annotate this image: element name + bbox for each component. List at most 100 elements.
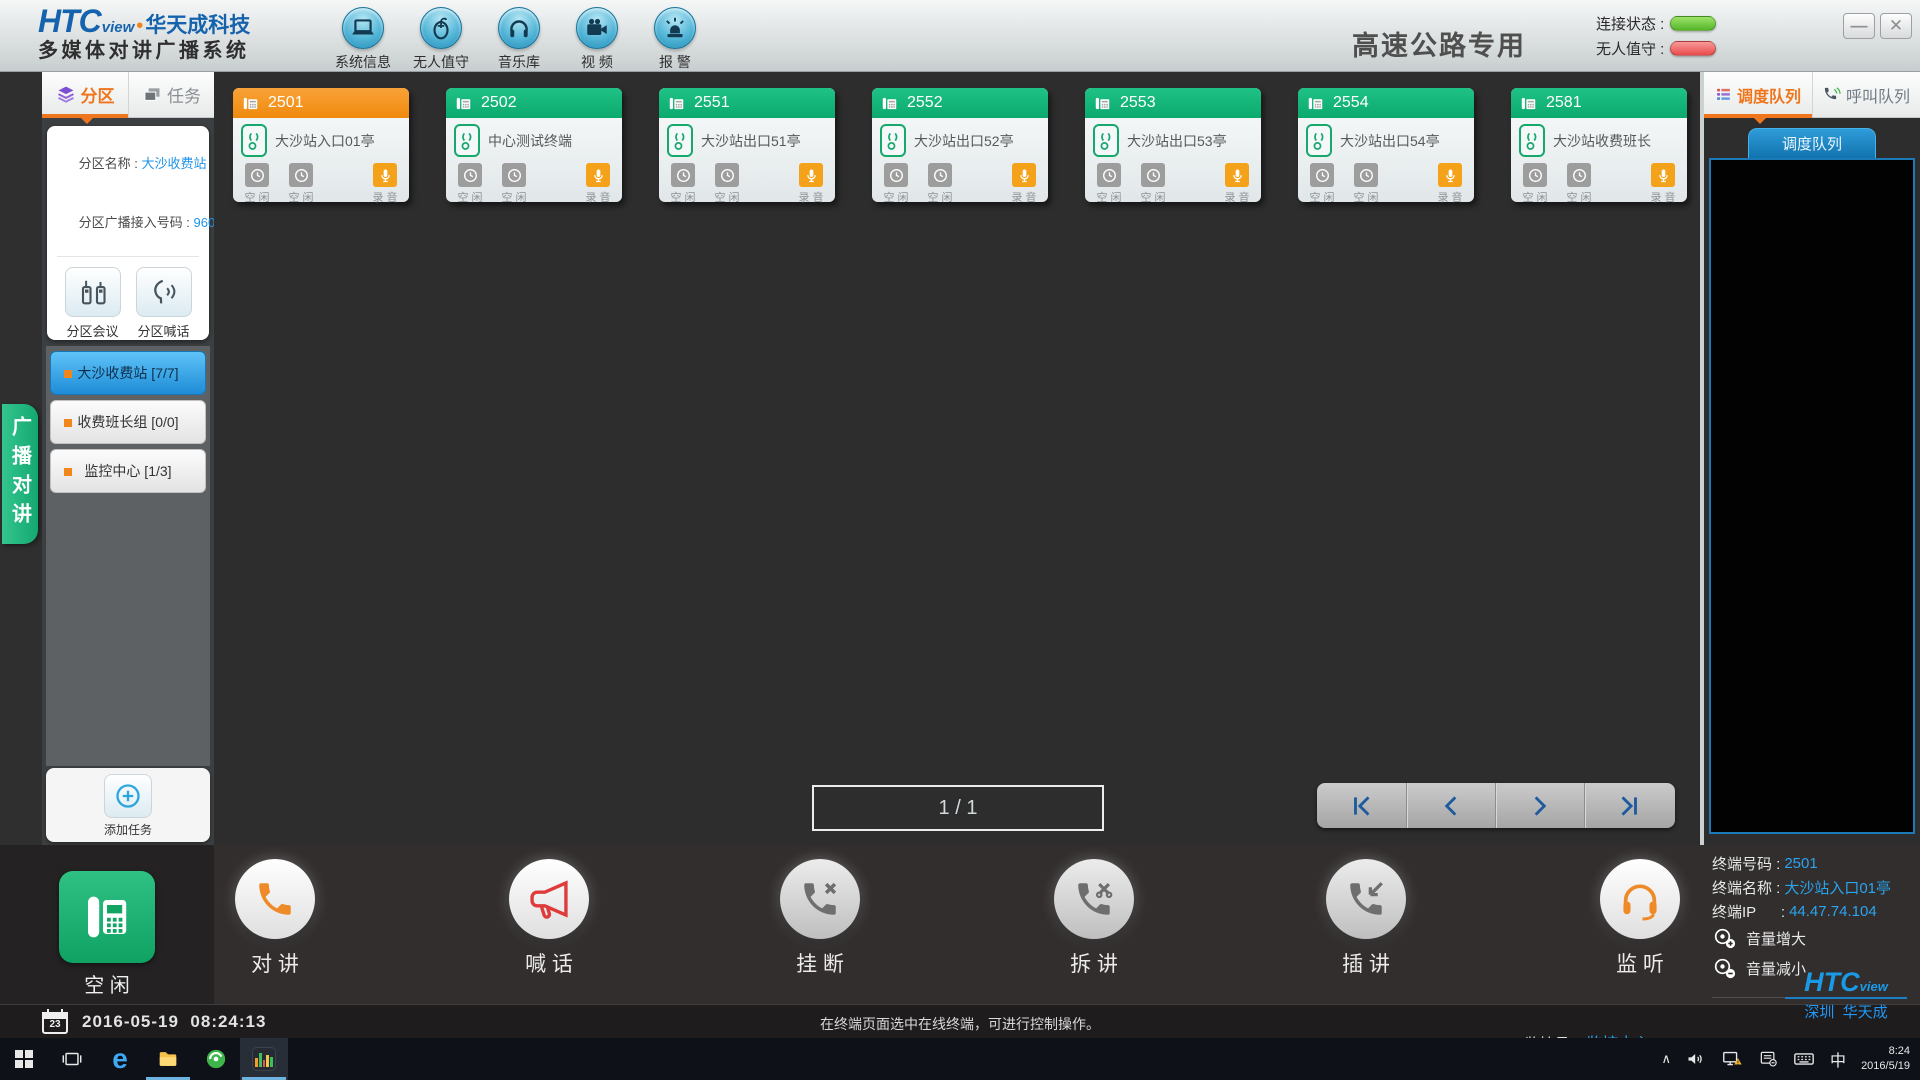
terminal-grid: 2501 大沙站入口01亭 空 闲 空 闲 录 音 2502 中心测试终端 xyxy=(214,72,1700,845)
system-tray: ∧ 中 8:24 2016/5/19 xyxy=(1662,1038,1920,1080)
terminal-card[interactable]: 2501 大沙站入口01亭 空 闲 空 闲 录 音 xyxy=(233,88,409,202)
edge-icon: e xyxy=(112,1045,128,1073)
computer-icon xyxy=(342,7,384,49)
shout-button[interactable]: 喊 话 xyxy=(469,859,629,978)
clock-icon xyxy=(671,163,695,187)
talk-button[interactable]: 对 讲 xyxy=(195,859,355,978)
file-explorer-button[interactable] xyxy=(144,1038,192,1080)
system-info-button[interactable]: 系统信息 xyxy=(324,5,402,72)
add-task-button[interactable]: 添加任务 xyxy=(46,768,210,842)
split-call-button[interactable]: 拆 讲 xyxy=(1014,859,1174,978)
tray-chevron-icon[interactable]: ∧ xyxy=(1662,1051,1672,1067)
next-page-button[interactable] xyxy=(1495,783,1584,828)
network-warning-icon[interactable] xyxy=(1721,1048,1743,1070)
terminal-header: 2553 xyxy=(1085,88,1261,118)
group-item-toll-leader[interactable]: 收费班长组 [0/0] xyxy=(50,400,206,444)
last-page-icon xyxy=(1616,793,1642,819)
hangup-button[interactable]: 挂 断 xyxy=(740,859,900,978)
speaker-icon[interactable] xyxy=(1686,1049,1706,1069)
music-library-button[interactable]: 音乐库 xyxy=(480,5,558,72)
terminal-card[interactable]: 2581 大沙站收费班长 空 闲 空 闲 录 音 xyxy=(1511,88,1687,202)
action-center-icon[interactable] xyxy=(1758,1049,1778,1069)
hangup-phone-icon xyxy=(780,859,860,939)
start-button[interactable] xyxy=(0,1038,48,1080)
clock-icon xyxy=(1567,163,1591,187)
broadcast-intercom-vertical-tab[interactable]: 广播对讲 xyxy=(2,404,38,544)
microphone-icon xyxy=(1225,163,1249,187)
headphone-icon xyxy=(498,7,540,49)
terminal-header: 2552 xyxy=(872,88,1048,118)
chevron-right-icon xyxy=(1527,793,1553,819)
edition-label: 高速公路专用 xyxy=(1352,24,1526,63)
alarm-icon xyxy=(654,7,696,49)
prev-page-button[interactable] xyxy=(1406,783,1495,828)
monitor-listen-button[interactable]: 监 听 xyxy=(1560,859,1720,978)
tab-zones[interactable]: 分区 xyxy=(42,72,128,117)
browser-360-button[interactable] xyxy=(192,1038,240,1080)
task-view-button[interactable] xyxy=(48,1038,96,1080)
zone-conference-button[interactable]: 分区会议 xyxy=(57,267,128,340)
tab-tasks[interactable]: 任务 xyxy=(128,72,214,117)
windows-logo-icon xyxy=(15,1050,33,1068)
clock-icon xyxy=(289,163,313,187)
connection-state-label: 连接状态 : xyxy=(1596,13,1664,34)
dispatch-queue-subtab[interactable]: 调度队列 xyxy=(1748,128,1876,158)
header-toolbar: 系统信息 无人值守 音乐库 视 频 报 警 xyxy=(324,5,714,72)
volume-up-icon xyxy=(1712,925,1738,951)
sidebar: 分区 任务 分区名称 : 大沙收费站 分区广播接入号码 : 96001 分区会议… xyxy=(42,72,214,845)
microphone-icon xyxy=(586,163,610,187)
terminal-header: 2551 xyxy=(659,88,835,118)
close-icon: ✕ xyxy=(1889,16,1903,36)
terminal-card[interactable]: 2554 大沙站出口54亭 空 闲 空 闲 录 音 xyxy=(1298,88,1474,202)
ime-indicator[interactable]: 中 xyxy=(1830,1047,1846,1071)
microphone-icon xyxy=(1012,163,1036,187)
alarm-button[interactable]: 报 警 xyxy=(636,5,714,72)
terminal-card[interactable]: 2552 大沙站出口52亭 空 闲 空 闲 录 音 xyxy=(872,88,1048,202)
unattended-state-label: 无人值守 : xyxy=(1596,38,1664,59)
video-camera-icon xyxy=(576,7,618,49)
terminal-card[interactable]: 2502 中心测试终端 空 闲 空 闲 录 音 xyxy=(446,88,622,202)
tab-call-queue[interactable]: 呼叫队列 xyxy=(1812,72,1920,117)
phone-icon xyxy=(1307,95,1324,112)
windows-taskbar: e ∧ 中 8:24 2016/5/19 xyxy=(0,1038,1920,1080)
terminal-info-panel: 终端号码 : 2501 终端名称 : 大沙站入口01亭 终端IP : 44.47… xyxy=(1712,851,1917,983)
folder-icon xyxy=(157,1048,179,1070)
terminal-card[interactable]: 2553 大沙站出口53亭 空 闲 空 闲 录 音 xyxy=(1085,88,1261,202)
group-item-dasha-toll[interactable]: 大沙收费站 [7/7] xyxy=(50,351,206,395)
phone-icon xyxy=(668,95,685,112)
dispatch-queue-list[interactable] xyxy=(1709,158,1915,834)
status-hint: 在终端页面选中在线终端，可进行控制操作。 xyxy=(560,1014,1360,1034)
mouse-icon xyxy=(420,7,462,49)
close-button[interactable]: ✕ xyxy=(1880,13,1912,39)
microphone-icon xyxy=(1651,163,1675,187)
first-page-button[interactable] xyxy=(1317,783,1406,828)
intercom-icon xyxy=(880,124,906,157)
connection-state-indicator xyxy=(1670,16,1716,31)
brand-city-text: 深圳 华天成 xyxy=(1777,1001,1915,1022)
tab-dispatch-queue[interactable]: 调度队列 xyxy=(1704,72,1812,117)
last-page-button[interactable] xyxy=(1584,783,1673,828)
logo-brand-text: 华天成科技 xyxy=(145,15,250,36)
group-item-monitor-center[interactable]: 监控中心 [1/3] xyxy=(50,449,206,493)
unattended-button[interactable]: 无人值守 xyxy=(402,5,480,72)
logo-htc-text: HTC xyxy=(38,5,101,37)
edge-browser-button[interactable]: e xyxy=(96,1038,144,1080)
barge-in-button[interactable]: 插 讲 xyxy=(1286,859,1446,978)
handset-icon xyxy=(235,859,315,939)
intercom-app-taskbar-button[interactable] xyxy=(240,1038,288,1080)
touch-keyboard-icon[interactable] xyxy=(1793,1048,1815,1070)
logo-dot: • xyxy=(136,16,143,36)
layers-icon xyxy=(56,85,76,105)
zone-shout-button[interactable]: 分区喊话 xyxy=(128,267,199,340)
zone-info-card: 分区名称 : 大沙收费站 分区广播接入号码 : 96001 分区会议 分区喊话 … xyxy=(47,126,209,340)
minimize-button[interactable]: — xyxy=(1843,13,1875,39)
taskbar-clock[interactable]: 8:24 2016/5/19 xyxy=(1861,1044,1910,1074)
app-header: HTC view • 华天成科技 多媒体对讲广播系统 系统信息 无人值守 音乐库… xyxy=(0,0,1920,72)
video-button[interactable]: 视 频 xyxy=(558,5,636,72)
zone-name-value[interactable]: 大沙收费站 xyxy=(142,156,207,171)
line-state-button[interactable] xyxy=(59,871,155,963)
volume-up-button[interactable]: 音量增大 xyxy=(1712,923,1917,953)
terminal-card[interactable]: 2551 大沙站出口51亭 空 闲 空 闲 录 音 xyxy=(659,88,835,202)
phone-icon xyxy=(1094,95,1111,112)
zone-code-label: 分区广播接入号码 : xyxy=(79,215,194,230)
